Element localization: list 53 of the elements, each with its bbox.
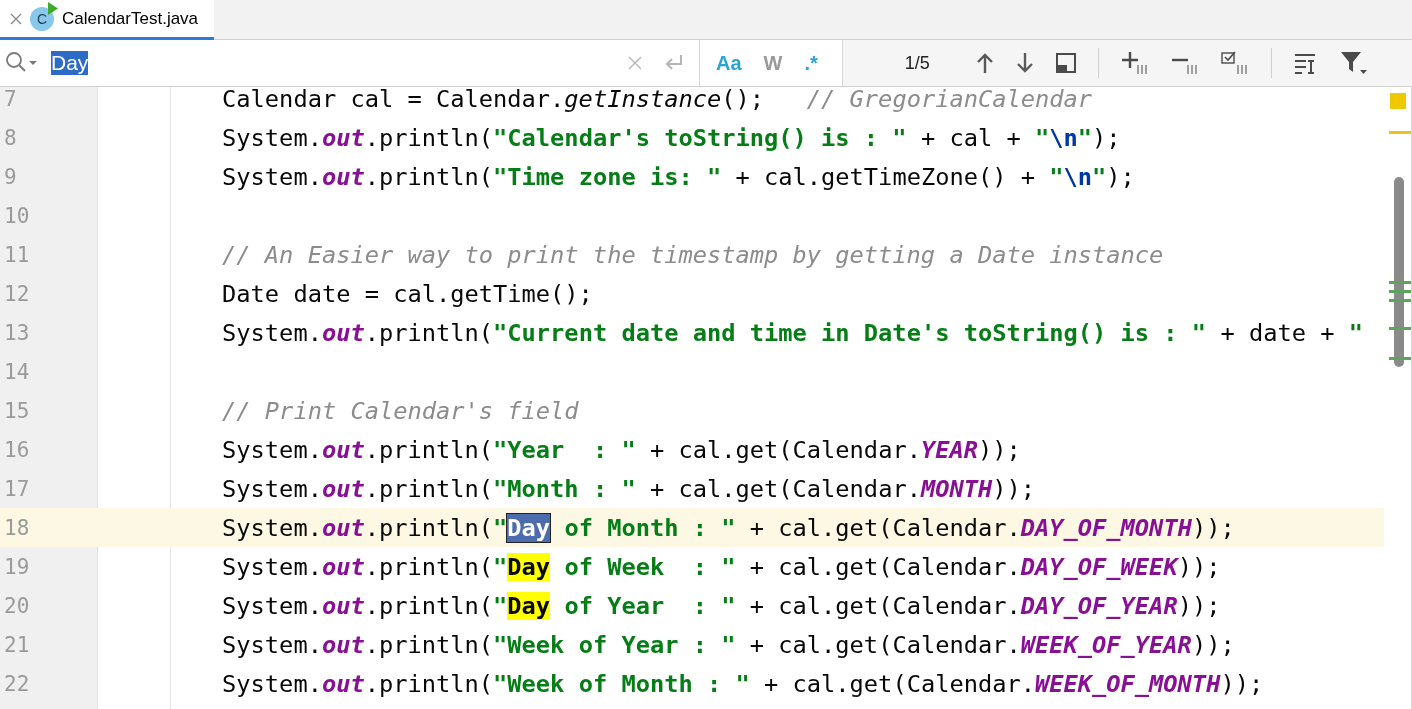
- scrollbar-thumb[interactable]: [1394, 177, 1404, 367]
- code-line: System.out.println("Week of Month : " + cal.get(Calendar.WEEK_OF_MONTH));: [221, 669, 1264, 698]
- line-number: 12: [3, 281, 31, 306]
- line-number: 9: [3, 164, 18, 189]
- code-line: System.out.println("Calendar's toString() is : " + cal + "\n");: [221, 123, 1121, 152]
- line-number: 20: [3, 593, 31, 618]
- line-number: 7: [3, 87, 18, 113]
- up-arrow-icon[interactable]: [975, 52, 994, 74]
- down-arrow-icon[interactable]: [1015, 52, 1034, 74]
- code-line: Calendar cal = Calendar.getInstance(); // GregorianCalendar: [221, 87, 1093, 113]
- close-icon[interactable]: [10, 12, 22, 25]
- line-number: 11: [3, 242, 31, 267]
- match-marker: [1389, 327, 1411, 330]
- filter-icon[interactable]: [1339, 51, 1368, 75]
- code-line: Date date = cal.getTime();: [221, 279, 593, 308]
- select-all-occurrences-icon[interactable]: [1220, 51, 1249, 75]
- code-line: // Print Calendar's field: [221, 396, 579, 425]
- file-tab[interactable]: C CalendarTest.java: [0, 0, 215, 40]
- panel-icon[interactable]: [1055, 53, 1076, 73]
- search-option-toggle[interactable]: W: [763, 51, 783, 75]
- filter-lines-icon[interactable]: [1293, 52, 1318, 74]
- match-marker: [1389, 299, 1411, 302]
- code-line: System.out.println("Day of Week : " + cal.get(Calendar.DAY_OF_WEEK));: [221, 552, 1221, 581]
- search-option-toggle[interactable]: Aa: [716, 51, 742, 75]
- code-line: // An Easier way to print the timestamp by getting a Date instance: [221, 240, 1164, 269]
- line-number: 17: [3, 476, 31, 501]
- current-code-line: System.out.println("Day of Month : " + cal.get(Calendar.DAY_OF_MONTH));: [221, 513, 1235, 542]
- match-marker: [1389, 290, 1411, 293]
- line-number: 21: [3, 632, 31, 657]
- match-marker: [1389, 357, 1411, 360]
- search-option-toggle[interactable]: .*: [804, 51, 818, 75]
- code-line: System.out.println("Week of Year : " + cal.get(Calendar.WEEK_OF_YEAR));: [221, 630, 1235, 659]
- warning-marker: [1390, 93, 1406, 109]
- code-line: System.out.println("Year : " + cal.get(Calendar.YEAR));: [221, 435, 1021, 464]
- match-marker: [1389, 281, 1411, 284]
- line-number: 22: [3, 671, 31, 696]
- code-line: System.out.println("Month : " + cal.get(Calendar.MONTH));: [221, 474, 1036, 503]
- line-number: 13: [3, 320, 31, 345]
- line-number: 19: [3, 554, 31, 579]
- tab-label: CalendarTest.java: [62, 8, 199, 29]
- line-number: 15: [3, 398, 31, 423]
- add-occurrence-icon[interactable]: [1120, 51, 1149, 75]
- line-number: 14: [3, 359, 31, 384]
- line-number: 8: [3, 125, 18, 150]
- line-number: 16: [3, 437, 31, 462]
- line-number: 18: [3, 515, 31, 540]
- warning-marker: [1389, 131, 1411, 134]
- code-line: System.out.println("Current date and time in Date's toString() is : " + date + ": [221, 318, 1363, 347]
- code-line: System.out.println("Time zone is: " + cal.getTimeZone() + "\n");: [221, 162, 1135, 191]
- line-number: 10: [3, 203, 31, 228]
- match-count: 1/5: [904, 52, 930, 74]
- search-field[interactable]: Day: [51, 40, 617, 86]
- code-line: System.out.println("Day of Year : " + cal.get(Calendar.DAY_OF_YEAR));: [221, 591, 1221, 620]
